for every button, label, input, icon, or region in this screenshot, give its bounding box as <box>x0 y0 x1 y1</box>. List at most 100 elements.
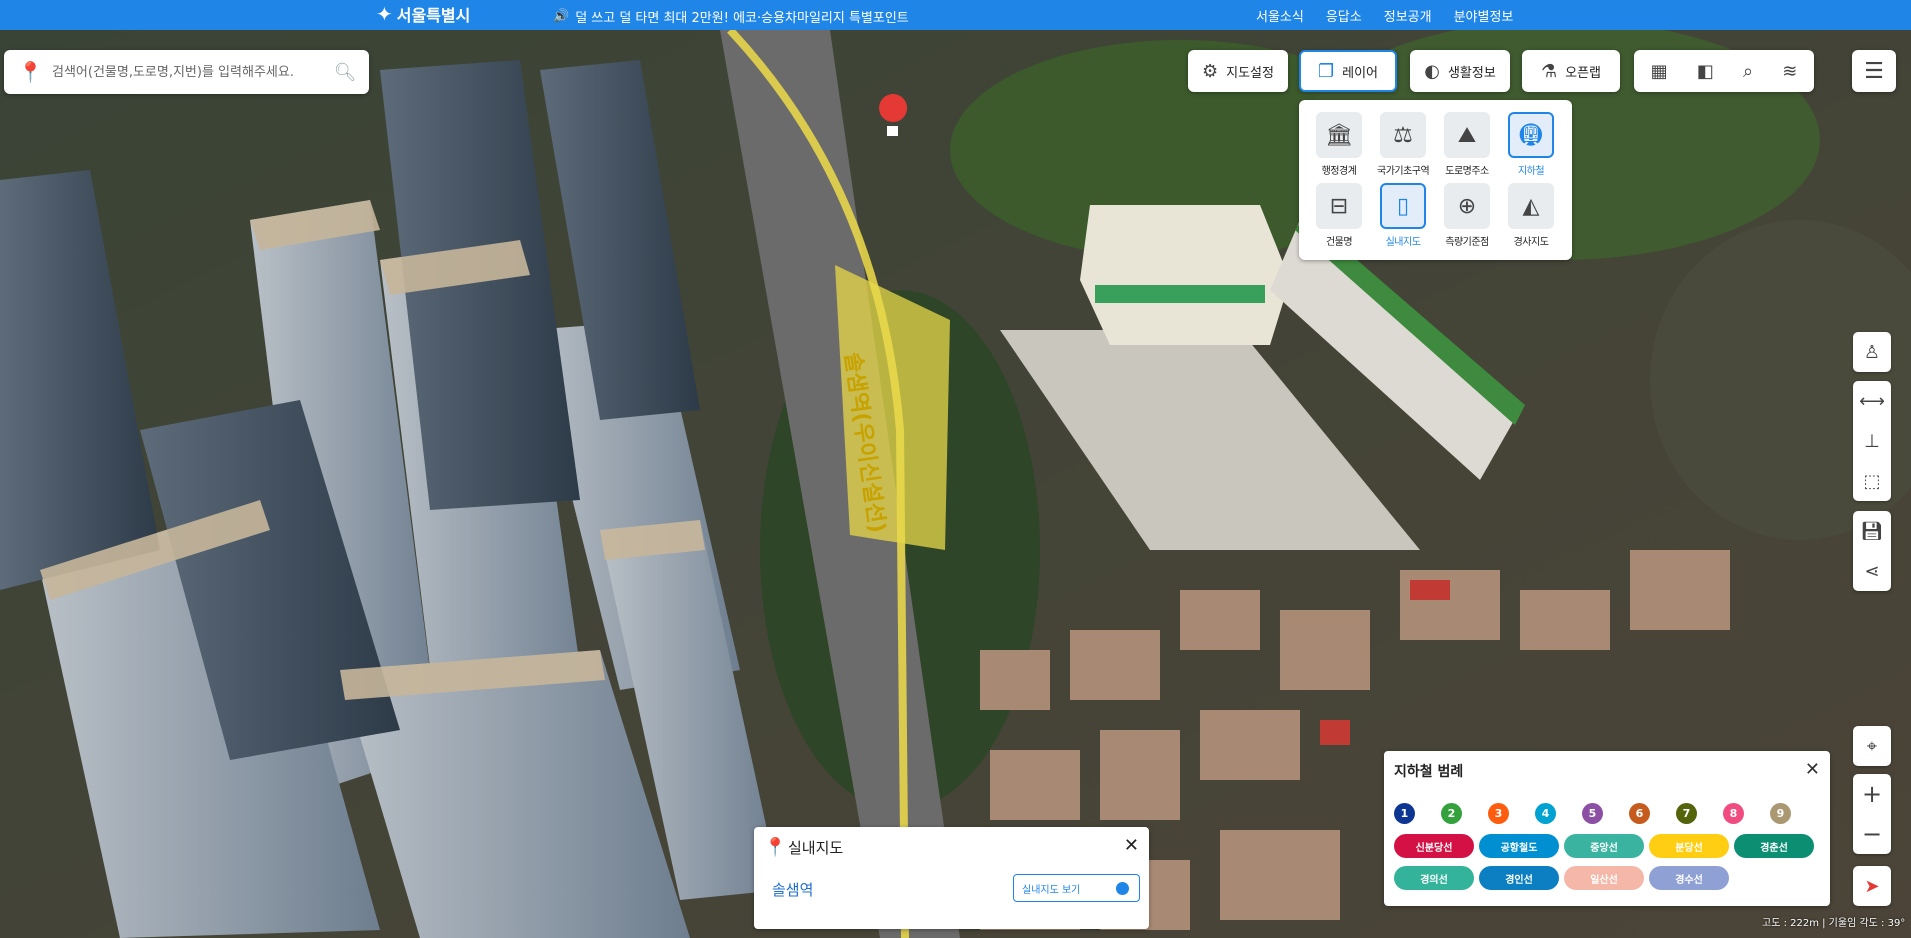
share-icon[interactable]: ⋖ <box>1853 551 1891 591</box>
indoor-map-view-toggle[interactable]: 실내지도 보기 <box>1013 874 1140 902</box>
close-icon[interactable]: ✕ <box>1805 759 1820 780</box>
top-nav: 서울소식 응답소 정보공개 분야별정보 <box>1256 0 1513 30</box>
layer-label: 실내지도 <box>1385 237 1421 248</box>
line-pill: 경춘선 <box>1734 834 1814 858</box>
named-lines: 신분당선 공항철도 중앙선 분당선 경춘선 경의선 경인선 일산선 경수선 <box>1394 834 1824 890</box>
crosshair-icon: ⊕ <box>1444 183 1490 229</box>
indoor-panel-title: 실내지도 <box>788 839 844 857</box>
line-badge: 1 <box>1394 803 1415 824</box>
door-icon: ▯ <box>1380 183 1426 229</box>
layer-label: 지하철 <box>1517 166 1545 177</box>
building-info-icon[interactable]: ▦ <box>1651 61 1668 82</box>
close-icon[interactable]: ✕ <box>1124 835 1139 856</box>
location-pin-icon: 📍 <box>18 60 43 84</box>
zoom-in-icon[interactable]: + <box>1853 774 1891 814</box>
layer-national-basic-zone[interactable]: ⚖ 국가기초구역 <box>1377 112 1430 177</box>
distance-measure-icon[interactable]: ⟷ <box>1853 381 1891 421</box>
layer-slope-map[interactable]: ◭ 경사지도 <box>1505 183 1557 248</box>
layer-building-name[interactable]: ⊟ 건물명 <box>1313 183 1365 248</box>
line-pill: 경인선 <box>1479 866 1559 890</box>
save-share-tools: 💾︎ ⋖ <box>1853 511 1891 591</box>
speaker-icon: 🔊 <box>553 9 570 24</box>
hamburger-menu-icon: ☰ <box>1864 58 1884 84</box>
line-badge: 3 <box>1488 803 1509 824</box>
layer-label: 도로명주소 <box>1445 166 1489 177</box>
area-measure-icon[interactable]: ⬚ <box>1853 461 1891 501</box>
gear-icon: ⚙ <box>1202 60 1219 82</box>
pegman-icon: ♙ <box>1863 341 1881 363</box>
map-tools-group: ▦ ◧ ⌕ ≋ <box>1634 50 1814 92</box>
scales-icon: ⚖ <box>1380 112 1426 158</box>
layer-label: 건물명 <box>1325 237 1353 248</box>
line-badge: 6 <box>1629 803 1650 824</box>
layer-label: 행정경계 <box>1321 166 1357 177</box>
nav-info-disclosure[interactable]: 정보공개 <box>1384 6 1432 25</box>
layer-label: 국가기초구역 <box>1377 166 1430 177</box>
layer-panel: 🏛 행정경계 ⚖ 국가기초구역 ⛰ 도로명주소 🚇︎ 지하철 ⊟ 건물명 ▯ 실… <box>1299 100 1572 260</box>
line-pill: 신분당선 <box>1394 834 1474 858</box>
line-pill: 중앙선 <box>1564 834 1644 858</box>
search-box: 📍 🔍︎ <box>4 50 369 94</box>
government-building-icon: 🏛 <box>1316 112 1362 158</box>
indoor-view-label: 실내지도 보기 <box>1022 884 1081 896</box>
location-pin-icon: 📍 <box>764 837 787 858</box>
split-view-icon[interactable]: ◧ <box>1697 61 1714 82</box>
top-bar: ✦ 서울특별시 🔊 덜 쓰고 덜 타면 최대 2만원! 에코·승용차마일리지 특… <box>0 0 1911 30</box>
layer-button[interactable]: ❐ 레이어 <box>1299 50 1397 92</box>
search-icon[interactable]: 🔍︎ <box>331 62 359 83</box>
nav-response[interactable]: 응답소 <box>1326 6 1362 25</box>
nav-field-info[interactable]: 분야별정보 <box>1454 6 1514 25</box>
height-measure-icon[interactable]: ⊥ <box>1853 421 1891 461</box>
life-info-label: 생활정보 <box>1447 65 1496 81</box>
layer-subway[interactable]: 🚇︎ 지하철 <box>1505 112 1557 177</box>
line-pill: 경의선 <box>1394 866 1474 890</box>
line-badge: 4 <box>1535 803 1556 824</box>
subway-train-icon: 🚇︎ <box>1508 112 1554 158</box>
map-settings-button[interactable]: ⚙ 지도설정 <box>1188 50 1288 92</box>
layer-indoor-map[interactable]: ▯ 실내지도 <box>1377 183 1429 248</box>
wind-icon[interactable]: ≋ <box>1782 61 1797 82</box>
zoom-controls: + − <box>1853 774 1891 854</box>
open-lab-icon: ⚗ <box>1540 60 1558 82</box>
station-name[interactable]: 솔샘역 <box>772 879 813 900</box>
save-icon[interactable]: 💾︎ <box>1853 511 1891 551</box>
layer-road-address[interactable]: ⛰ 도로명주소 <box>1441 112 1493 177</box>
layers-icon: ❐ <box>1317 60 1335 82</box>
layer-label: 경사지도 <box>1513 237 1549 248</box>
zoom-search-icon[interactable]: ⌕ <box>1743 61 1753 82</box>
my-location-button[interactable]: ⌖ <box>1853 726 1891 766</box>
signboard-icon: ⊟ <box>1316 183 1362 229</box>
layer-admin-boundary[interactable]: 🏛 행정경계 <box>1313 112 1365 177</box>
indoor-map-panel: 📍 실내지도 ✕ 솔샘역 실내지도 보기 <box>754 827 1149 929</box>
life-info-icon: ◐ <box>1424 60 1440 82</box>
line-badge: 2 <box>1441 803 1462 824</box>
notice-banner[interactable]: 🔊 덜 쓰고 덜 타면 최대 2만원! 에코·승용차마일리지 특별포인트 <box>553 7 909 26</box>
road-address-icon: ⛰ <box>1444 112 1490 158</box>
line-badge: 5 <box>1582 803 1603 824</box>
menu-button[interactable]: ☰ <box>1852 50 1896 92</box>
altitude-status: 고도 : 222m | 기울임 각도 : 39° <box>1762 918 1906 929</box>
line-pill: 분당선 <box>1649 834 1729 858</box>
compass-button[interactable]: ➤ <box>1853 866 1891 906</box>
layer-label: 측량기준점 <box>1445 237 1489 248</box>
life-info-button[interactable]: ◐ 생활정보 <box>1410 50 1510 92</box>
seoul-logo-icon: ✦ <box>376 2 393 26</box>
zoom-out-icon[interactable]: − <box>1853 814 1891 854</box>
compass-icon: ➤ <box>1864 875 1880 897</box>
logo-text: 서울특별시 <box>396 6 471 25</box>
numbered-lines: 1 2 3 4 5 6 7 8 9 <box>1394 803 1791 824</box>
line-badge: 9 <box>1770 803 1791 824</box>
open-map-label: 오픈랩 <box>1565 65 1602 81</box>
open-map-button[interactable]: ⚗ 오픈랩 <box>1522 50 1620 92</box>
nav-seoul-news[interactable]: 서울소식 <box>1256 6 1304 25</box>
layer-survey-point[interactable]: ⊕ 측량기준점 <box>1441 183 1493 248</box>
measure-tools: ⟷ ⊥ ⬚ <box>1853 381 1891 501</box>
street-view-button[interactable]: ♙ <box>1853 332 1891 372</box>
seoul-logo[interactable]: ✦ 서울특별시 <box>376 2 470 26</box>
map-settings-label: 지도설정 <box>1226 65 1274 81</box>
line-pill: 일산선 <box>1564 866 1644 890</box>
crosshair-location-icon: ⌖ <box>1866 735 1878 757</box>
search-input[interactable] <box>50 63 331 81</box>
line-pill: 공항철도 <box>1479 834 1559 858</box>
notice-text: 덜 쓰고 덜 타면 최대 2만원! 에코·승용차마일리지 특별포인트 <box>575 11 909 26</box>
